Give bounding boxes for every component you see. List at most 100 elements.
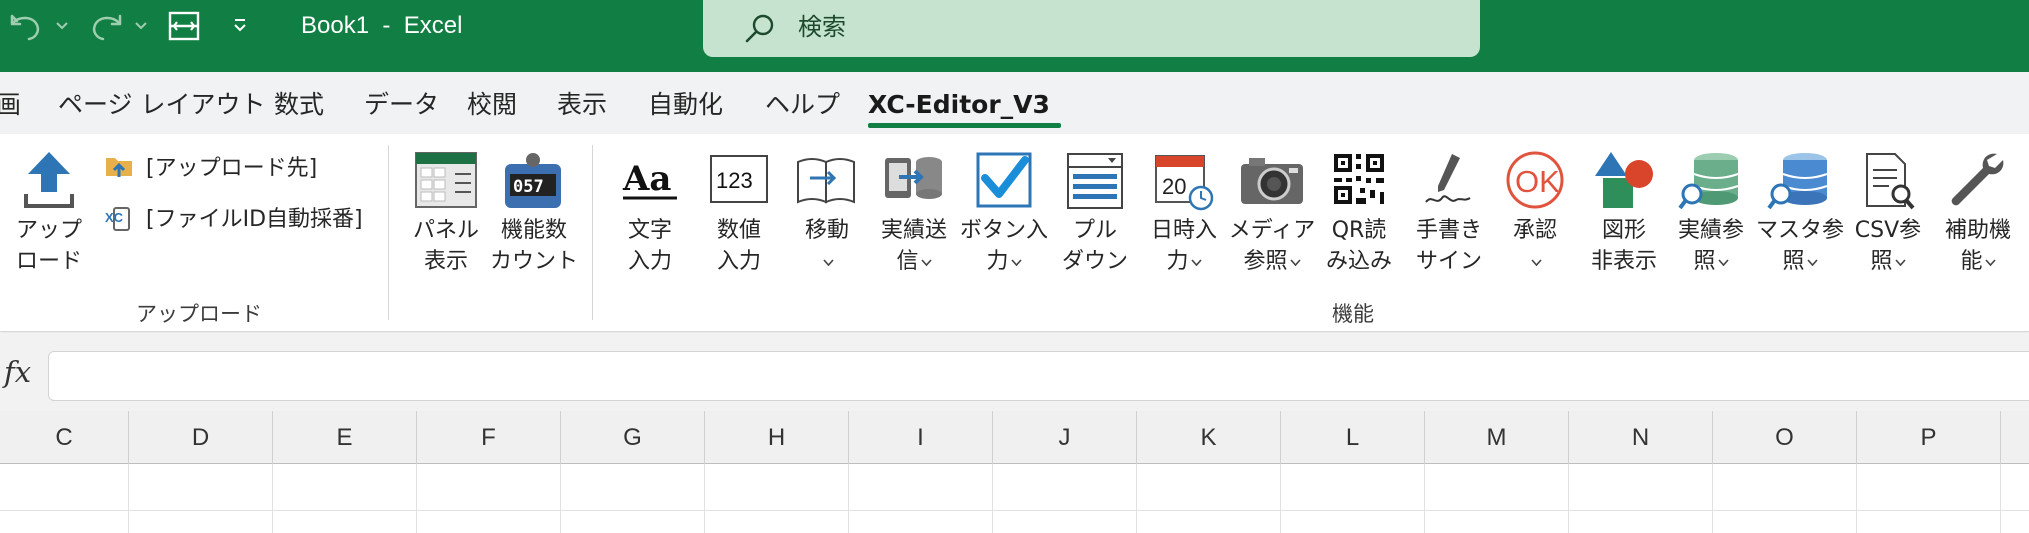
- pen-icon: [1416, 150, 1482, 212]
- move-label: 移動: [777, 215, 877, 277]
- counter-icon: 057: [501, 150, 567, 212]
- grid-column-line: [1136, 464, 1137, 533]
- search-placeholder: 検索: [798, 13, 846, 41]
- grid-column-line: [848, 464, 849, 533]
- media-reference-label-text: メディア 参照: [1228, 218, 1316, 274]
- tab-formulas[interactable]: 数式: [274, 89, 324, 121]
- media-reference-label: メディア 参照: [1222, 215, 1322, 277]
- record-reference-label: 実績参 照: [1661, 215, 1761, 277]
- column-header-j[interactable]: J: [993, 411, 1137, 464]
- ribbon-tabs: 画 ページ レイアウト 数式 データ 校閲 表示 自動化 ヘルプ XC-Edit…: [0, 72, 2029, 134]
- chevron-down-icon: [1010, 258, 1022, 266]
- handwriting-sign-label: 手書き サイン: [1415, 218, 1482, 274]
- chevron-down-icon: [1806, 258, 1818, 266]
- number-input-icon: 123: [706, 150, 772, 212]
- svg-text:XC: XC: [105, 210, 124, 225]
- tab-data[interactable]: データ: [364, 89, 439, 121]
- record-db-icon: [1678, 150, 1744, 212]
- grid-column-line: [272, 464, 273, 533]
- approval-label-text: 承認: [1512, 218, 1557, 243]
- tab-review[interactable]: 校閲: [467, 89, 517, 121]
- form-icon[interactable]: [166, 10, 202, 42]
- grid-column-line: [1856, 464, 1857, 533]
- active-tab-indicator: [868, 123, 1061, 128]
- master-reference-label-text: マスタ参 照: [1755, 218, 1844, 274]
- chevron-down-icon: [1190, 258, 1202, 266]
- column-header-o[interactable]: O: [1713, 411, 1857, 464]
- column-header-h[interactable]: H: [705, 411, 849, 464]
- grid-column-line: [128, 464, 129, 533]
- search-box[interactable]: 検索: [703, 0, 1480, 57]
- qr-read-label: QR読 み込み: [1325, 218, 1392, 274]
- column-header-n[interactable]: N: [1569, 411, 1713, 464]
- csv-icon: [1855, 150, 1921, 212]
- tab-xc-editor[interactable]: XC-Editor_V3: [868, 89, 1050, 121]
- ribbon-separator: [388, 145, 389, 320]
- chevron-down-icon: [1984, 258, 1996, 266]
- tab-help[interactable]: ヘルプ: [765, 89, 840, 121]
- csv-reference-label-text: CSV参 照: [1854, 218, 1922, 274]
- datetime-input-label-text: 日時入 力: [1150, 218, 1217, 274]
- master-reference-label: マスタ参 照: [1750, 215, 1850, 277]
- column-header-c[interactable]: C: [0, 411, 129, 464]
- column-header-i[interactable]: I: [849, 411, 993, 464]
- formula-input[interactable]: [48, 351, 2029, 401]
- camera-icon: [1239, 150, 1305, 212]
- upload-label: アップ ロード: [15, 218, 82, 274]
- move-label-text: 移動: [804, 218, 849, 243]
- customize-qat-icon[interactable]: [233, 16, 247, 34]
- grid-row[interactable]: [0, 511, 2029, 533]
- grid-column-line: [1424, 464, 1425, 533]
- undo-icon[interactable]: [8, 10, 44, 42]
- send-record-label: 実績送 信: [864, 215, 964, 277]
- xc-file-icon: XC: [105, 207, 130, 231]
- column-header-d[interactable]: D: [129, 411, 273, 464]
- pulldown-icon: [1062, 150, 1128, 212]
- grid-column-line: [1280, 464, 1281, 533]
- text-input-icon: Aa: [617, 150, 683, 212]
- tab-view[interactable]: 表示: [557, 89, 607, 121]
- button-input-label: ボタン入 力: [954, 215, 1054, 277]
- approval-label: 承認: [1485, 215, 1585, 277]
- grid-column-line: [1712, 464, 1713, 533]
- auxiliary-function-label-text: 補助機 能: [1944, 218, 2011, 274]
- grid-row[interactable]: [0, 464, 2029, 511]
- svg-text:20: 20: [1162, 174, 1186, 199]
- folder-upload-icon: [106, 158, 132, 177]
- chevron-down-icon: [1894, 258, 1906, 266]
- record-reference-label-text: 実績参 照: [1677, 218, 1744, 274]
- panel-display-label: パネル 表示: [412, 218, 479, 274]
- column-header-e[interactable]: E: [273, 411, 417, 464]
- column-header-l[interactable]: L: [1281, 411, 1425, 464]
- calendar-icon: 20: [1151, 150, 1217, 212]
- number-input-label: 数値 入力: [716, 218, 761, 274]
- column-header-g[interactable]: G: [561, 411, 705, 464]
- file-id-button[interactable]: XC [ファイルID自動採番]: [104, 197, 363, 237]
- grid-column-line: [992, 464, 993, 533]
- chevron-down-icon: [1289, 258, 1301, 266]
- auxiliary-function-label: 補助機 能: [1928, 215, 2028, 277]
- redo-dropdown-icon[interactable]: [134, 16, 148, 34]
- svg-text:OK: OK: [1515, 164, 1560, 199]
- grid-column-line: [560, 464, 561, 533]
- grid-column-line: [704, 464, 705, 533]
- tab-page-layout[interactable]: ページ レイアウト: [58, 89, 265, 121]
- function-group-label: 機能: [1332, 302, 1374, 326]
- tab-automate[interactable]: 自動化: [648, 89, 723, 121]
- send-record-icon: [881, 150, 947, 212]
- chevron-down-icon: [1530, 258, 1542, 266]
- column-header-f[interactable]: F: [417, 411, 561, 464]
- column-header-m[interactable]: M: [1425, 411, 1569, 464]
- redo-icon[interactable]: [88, 10, 124, 42]
- upload-destination-button[interactable]: [アップロード先]: [104, 146, 317, 186]
- ribbon-separator: [592, 145, 593, 320]
- shapes-icon: [1591, 150, 1657, 212]
- tab-draw[interactable]: 画: [0, 89, 21, 121]
- undo-dropdown-icon[interactable]: [55, 16, 69, 34]
- chevron-down-icon: [1717, 258, 1729, 266]
- column-header-k[interactable]: K: [1137, 411, 1281, 464]
- insert-function-icon[interactable]: fx: [4, 355, 31, 389]
- qr-icon: [1326, 150, 1392, 212]
- formula-bar: fx: [0, 333, 2029, 420]
- column-header-p[interactable]: P: [1857, 411, 2001, 464]
